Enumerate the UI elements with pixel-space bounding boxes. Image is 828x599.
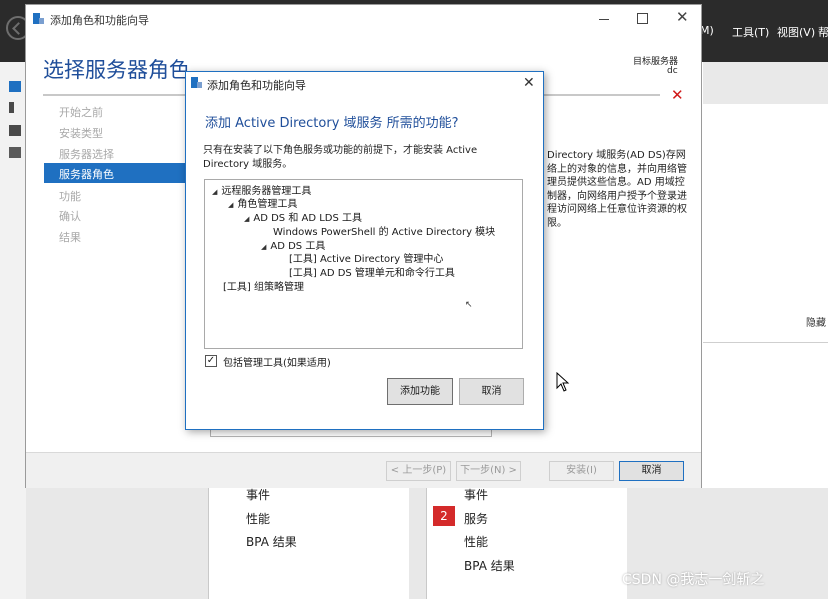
tree-node[interactable]: [工具] AD DS 管理单元和命令行工具 [289, 264, 455, 279]
server-manager-nav [0, 62, 27, 599]
maximize-icon[interactable] [637, 13, 648, 24]
tree-node[interactable]: ◢ 角色管理工具 [228, 195, 297, 210]
tree-node[interactable]: [工具] 组策略管理 [223, 278, 304, 293]
step-features[interactable]: 功能 [59, 188, 81, 204]
add-features-button[interactable]: 添加功能 [387, 378, 453, 405]
step-server-selection[interactable]: 服务器选择 [59, 146, 114, 162]
tile-link-events[interactable]: 事件 [464, 486, 488, 503]
next-button[interactable]: 下一步(N) > [456, 461, 521, 481]
step-before-you-begin[interactable]: 开始之前 [59, 104, 103, 120]
tile-link-events[interactable]: 事件 [246, 486, 270, 503]
dialog-description: 只有在安装了以下角色服务或功能的前提下，才能安装 Active Director… [203, 145, 478, 170]
destination-server-value: dc [667, 66, 678, 76]
step-label: 服务器角色 [59, 168, 114, 181]
dashboard-header-strip [703, 62, 828, 104]
role-description: Directory 域服务(AD DS)存网络上的对象的信息，并向用络管理员提供… [547, 150, 687, 229]
dialog-app-icon [191, 77, 202, 88]
step-installation-type[interactable]: 安装类型 [59, 125, 103, 141]
menu-tools[interactable]: 工具(T) [732, 24, 769, 40]
tree-node[interactable]: ◢ AD DS 和 AD LDS 工具 [244, 209, 362, 224]
close-icon[interactable]: ✕ [676, 9, 689, 25]
server-tile-2 [426, 488, 627, 599]
tile-gap [26, 488, 208, 599]
wizard-app-icon [33, 13, 44, 24]
install-button[interactable]: 安装(I) [549, 461, 614, 481]
wizard-title: 添加角色和功能向导 [50, 14, 149, 27]
dialog-cancel-button[interactable]: 取消 [459, 378, 524, 405]
wizard-cancel-button[interactable]: 取消 [619, 461, 684, 481]
mouse-cursor-icon [556, 372, 570, 392]
dialog-close-icon[interactable]: ✕ [523, 75, 535, 91]
divider [703, 342, 828, 343]
page-title: 选择服务器角色 [43, 58, 190, 82]
server-tile-1 [208, 488, 409, 599]
alert-count-badge: 2 [433, 506, 455, 526]
dialog-heading: 添加 Active Directory 域服务 所需的功能? [205, 116, 459, 131]
dialog-title: 添加角色和功能向导 [207, 79, 306, 92]
tile-link-services[interactable]: 服务 [464, 510, 488, 527]
all-servers-icon[interactable] [9, 125, 21, 136]
tile-link-bpa[interactable]: BPA 结果 [464, 557, 515, 574]
previous-button[interactable]: < 上一步(P) [386, 461, 451, 481]
step-results[interactable]: 结果 [59, 229, 81, 245]
hide-link[interactable]: 隐藏 [806, 314, 826, 329]
tree-node[interactable]: Windows PowerShell 的 Active Directory 模块 [273, 223, 495, 238]
mouse-pointer-icon: ↖ [465, 300, 473, 310]
local-server-icon[interactable] [9, 102, 14, 113]
file-storage-icon[interactable] [9, 147, 21, 158]
expand-triangle-icon[interactable]: ◢ [244, 215, 249, 223]
checkbox-label: 包括管理工具(如果适用) [223, 358, 331, 369]
tile-link-bpa[interactable]: BPA 结果 [246, 533, 297, 550]
tree-node[interactable]: [工具] Active Directory 管理中心 [289, 250, 443, 265]
tile-link-performance[interactable]: 性能 [246, 510, 270, 527]
step-confirmation[interactable]: 确认 [59, 208, 81, 224]
tile-link-performance[interactable]: 性能 [464, 533, 488, 550]
error-x-icon[interactable]: ✕ [671, 86, 684, 104]
watermark: CSDN @我志一剑斩之 [622, 572, 765, 588]
dashboard-icon[interactable] [9, 81, 21, 92]
tile-gap [408, 488, 426, 599]
expand-triangle-icon[interactable]: ◢ [261, 243, 266, 251]
include-management-tools-checkbox[interactable]: ✓ [205, 355, 217, 367]
menu-view[interactable]: 视图(V) [777, 24, 815, 40]
minimize-icon[interactable] [599, 19, 609, 20]
menu-help[interactable]: 帮 [818, 24, 828, 40]
step-server-roles[interactable]: 服务器角色 [44, 163, 185, 183]
expand-triangle-icon[interactable]: ◢ [228, 201, 233, 209]
expand-triangle-icon[interactable]: ◢ [212, 188, 217, 196]
menu-manage[interactable]: M) [700, 24, 714, 37]
